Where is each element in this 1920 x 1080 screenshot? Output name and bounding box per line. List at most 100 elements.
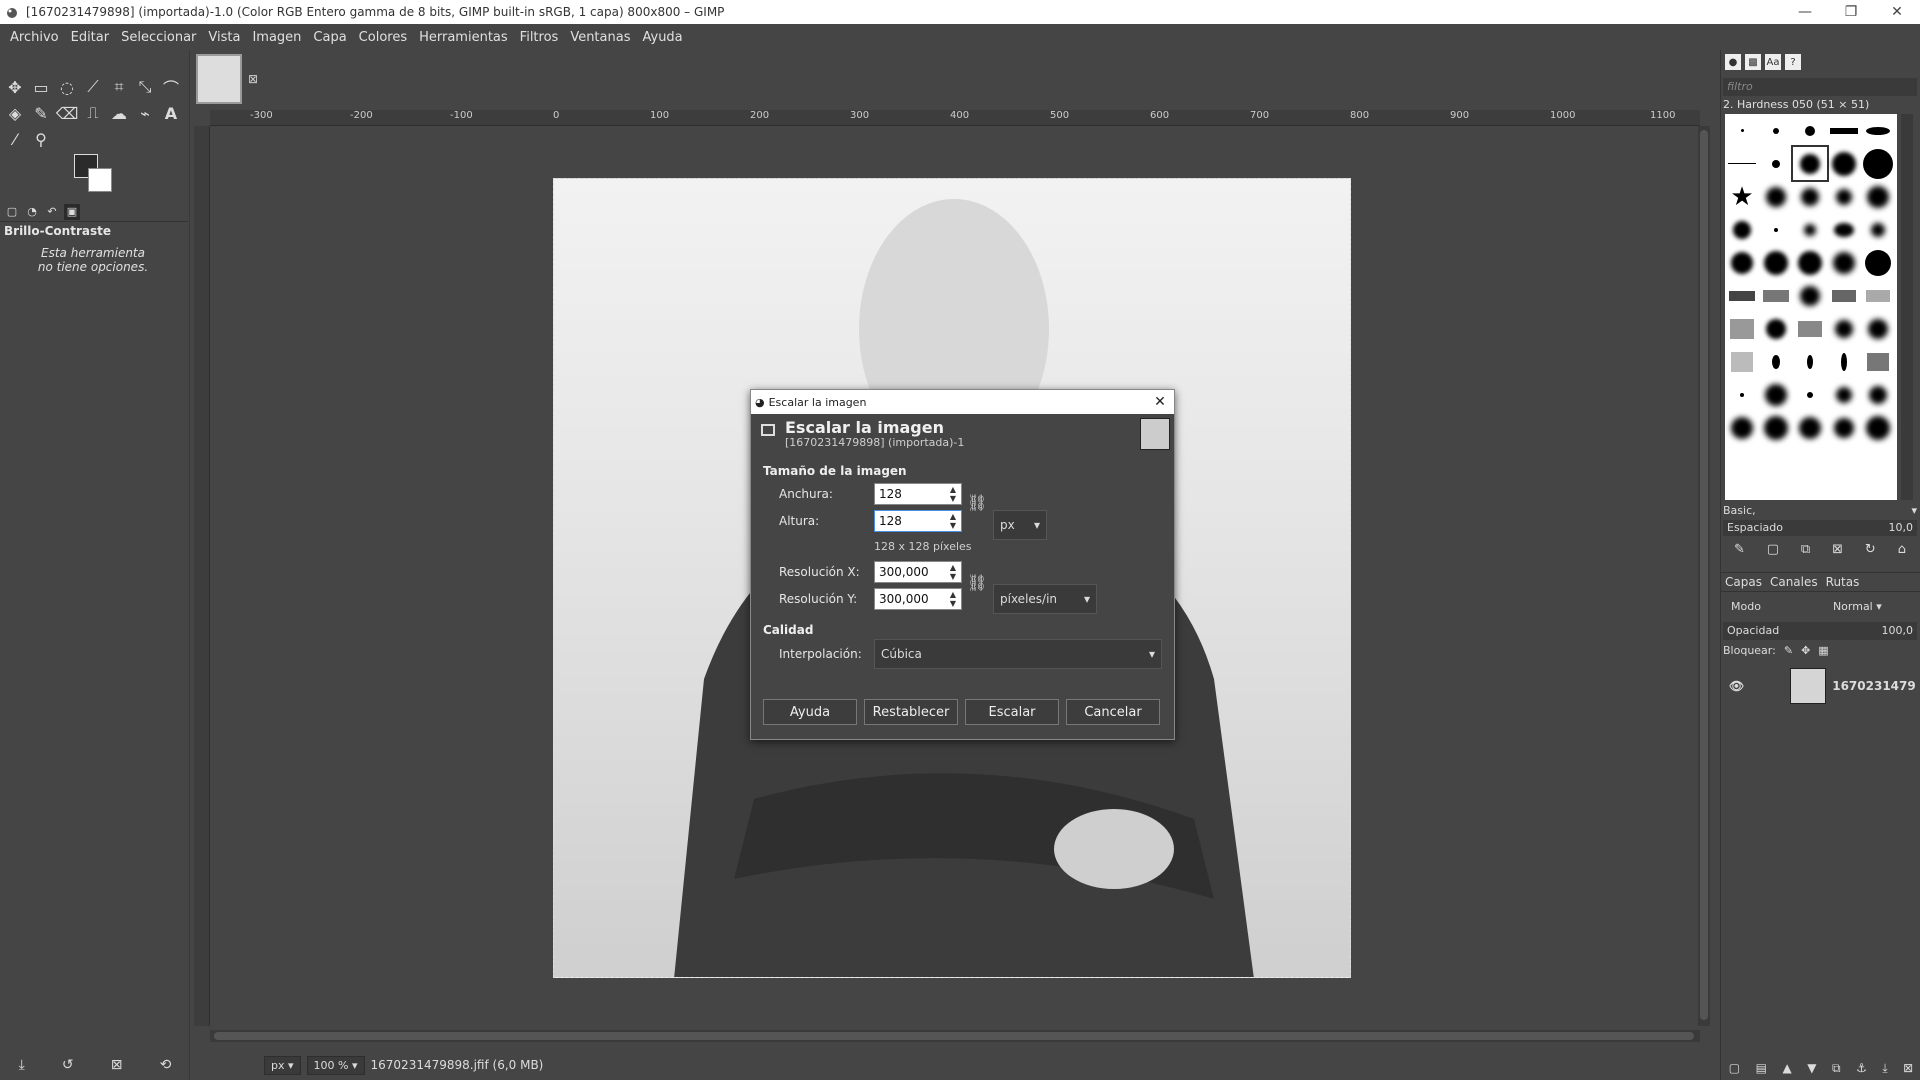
resolution-x-stepper[interactable]: ▲ ▼ (947, 563, 959, 581)
brush-item[interactable] (1759, 213, 1793, 246)
brush-item[interactable] (1725, 213, 1759, 246)
brush-item[interactable] (1827, 345, 1861, 378)
horizontal-scrollbar[interactable] (210, 1030, 1700, 1042)
brush-item[interactable] (1861, 279, 1895, 312)
menu-vista[interactable]: Vista (202, 30, 246, 45)
resolution-chain-icon[interactable]: ⛓ (967, 573, 987, 592)
device-status-tab-icon[interactable]: ◔ (24, 204, 40, 220)
fuzzy-select-tool-icon[interactable]: ⟋ (82, 76, 104, 98)
brush-item[interactable] (1827, 411, 1861, 444)
fg-bg-colors[interactable] (72, 154, 128, 200)
brush-item[interactable] (1793, 378, 1827, 411)
help-button[interactable]: Ayuda (763, 699, 857, 725)
menu-archivo[interactable]: Archivo (4, 30, 65, 45)
brush-grid[interactable]: ★ (1725, 114, 1897, 500)
images-tab-icon[interactable]: ▣ (64, 203, 80, 220)
brush-item[interactable] (1725, 345, 1759, 378)
color-picker-tool-icon[interactable]: ⁄ (4, 128, 26, 150)
vertical-scrollbar[interactable] (1698, 126, 1710, 1026)
tab-capas[interactable]: Capas (1725, 575, 1762, 589)
brush-item[interactable] (1861, 147, 1895, 180)
brush-item[interactable] (1793, 279, 1827, 312)
minimize-button[interactable]: — (1782, 0, 1828, 24)
menu-seleccionar[interactable]: Seleccionar (115, 30, 202, 45)
brush-item[interactable] (1793, 246, 1827, 279)
brush-item[interactable] (1827, 378, 1861, 411)
layer-row[interactable]: 👁 1670231479 (1721, 666, 1920, 706)
duplicate-layer-icon[interactable]: ⧉ (1832, 1061, 1841, 1076)
warp-tool-icon[interactable]: ⌒ (160, 76, 182, 98)
horizontal-scroll-thumb[interactable] (214, 1032, 1694, 1040)
brush-item[interactable] (1793, 345, 1827, 378)
close-window-button[interactable]: ✕ (1874, 0, 1920, 24)
reset-button[interactable]: Restablecer (864, 699, 958, 725)
mode-select[interactable]: Normal ▾ (1833, 600, 1882, 613)
save-tool-preset-icon[interactable]: ⤓ (19, 1057, 25, 1073)
lock-alpha-icon[interactable]: ▦ (1818, 644, 1828, 657)
brush-item[interactable] (1827, 213, 1861, 246)
lock-pixels-icon[interactable]: ✎ (1784, 644, 1793, 657)
text-tool-icon[interactable]: A (160, 102, 182, 124)
delete-tool-preset-icon[interactable]: ⊠ (111, 1057, 123, 1073)
brush-set-select[interactable]: Basic, ▾ (1723, 504, 1917, 517)
brush-item[interactable] (1759, 345, 1793, 378)
new-layer-group-icon[interactable]: ▤ (1756, 1061, 1767, 1076)
resolution-y-stepper[interactable]: ▲ ▼ (947, 590, 959, 608)
document-history-tab-icon[interactable]: ? (1785, 54, 1801, 70)
cancel-button[interactable]: Cancelar (1066, 699, 1160, 725)
fonts-tab-icon[interactable]: Aa (1765, 54, 1781, 70)
brush-item[interactable] (1861, 411, 1895, 444)
brush-item[interactable] (1827, 180, 1861, 213)
brush-item[interactable] (1725, 147, 1759, 180)
brush-item[interactable] (1793, 312, 1827, 345)
brush-item[interactable] (1827, 246, 1861, 279)
restore-tool-preset-icon[interactable]: ↺ (62, 1057, 74, 1073)
brush-item[interactable] (1793, 114, 1827, 147)
brush-item[interactable] (1827, 279, 1861, 312)
open-brush-folder-icon[interactable]: ⌂ (1898, 542, 1906, 557)
brush-item[interactable] (1861, 213, 1895, 246)
brush-item[interactable] (1861, 312, 1895, 345)
dialog-close-icon[interactable]: ✕ (1146, 394, 1174, 410)
brush-item[interactable] (1725, 246, 1759, 279)
visibility-eye-icon[interactable]: 👁 (1729, 679, 1744, 693)
raise-layer-icon[interactable]: ▲ (1782, 1061, 1791, 1076)
delete-brush-icon[interactable]: ⊠ (1832, 542, 1843, 557)
menu-editar[interactable]: Editar (65, 30, 116, 45)
brush-item[interactable] (1793, 411, 1827, 444)
brush-item[interactable] (1861, 114, 1895, 147)
image-tab-thumbnail[interactable] (196, 54, 242, 104)
resolution-unit-select[interactable]: píxeles/in ▾ (993, 584, 1097, 614)
new-layer-icon[interactable]: ▢ (1729, 1061, 1740, 1076)
brush-item[interactable] (1759, 114, 1793, 147)
undo-history-tab-icon[interactable]: ↶ (44, 204, 60, 220)
brush-item[interactable] (1725, 114, 1759, 147)
maximize-button[interactable]: ❐ (1828, 0, 1874, 24)
brush-item[interactable] (1725, 312, 1759, 345)
vertical-scroll-thumb[interactable] (1700, 130, 1708, 1020)
brush-item[interactable] (1759, 147, 1793, 180)
brush-item[interactable] (1791, 145, 1829, 182)
tool-options-tab-icon[interactable]: ▢ (4, 204, 20, 220)
lasso-tool-icon[interactable]: ◌ (56, 76, 78, 98)
brush-item[interactable] (1827, 147, 1861, 180)
menu-capa[interactable]: Capa (307, 30, 352, 45)
width-input[interactable]: 128 ▲ ▼ (874, 483, 962, 505)
zoom-select[interactable]: 100 % ▾ (306, 1055, 365, 1075)
clone-tool-icon[interactable]: ⎍ (82, 102, 104, 124)
brush-item[interactable] (1725, 279, 1759, 312)
brush-item[interactable] (1861, 345, 1895, 378)
brush-item[interactable] (1827, 312, 1861, 345)
resolution-x-input[interactable]: 300,000 ▲ ▼ (874, 561, 962, 583)
menu-colores[interactable]: Colores (353, 30, 413, 45)
eraser-tool-icon[interactable]: ⌫ (56, 102, 79, 124)
paintbrush-tool-icon[interactable]: ✎ (30, 102, 52, 124)
height-input[interactable]: 128 ▲ ▼ (874, 510, 962, 532)
horizontal-ruler[interactable]: -300 -200 -100 0 100 200 300 400 500 600… (210, 110, 1700, 126)
menu-ayuda[interactable]: Ayuda (636, 30, 688, 45)
brush-item[interactable] (1827, 114, 1861, 147)
paths-tool-icon[interactable]: ⌁ (134, 102, 156, 124)
height-stepper[interactable]: ▲ ▼ (947, 512, 959, 530)
duplicate-brush-icon[interactable]: ⧉ (1801, 542, 1810, 557)
scale-button[interactable]: Escalar (965, 699, 1059, 725)
